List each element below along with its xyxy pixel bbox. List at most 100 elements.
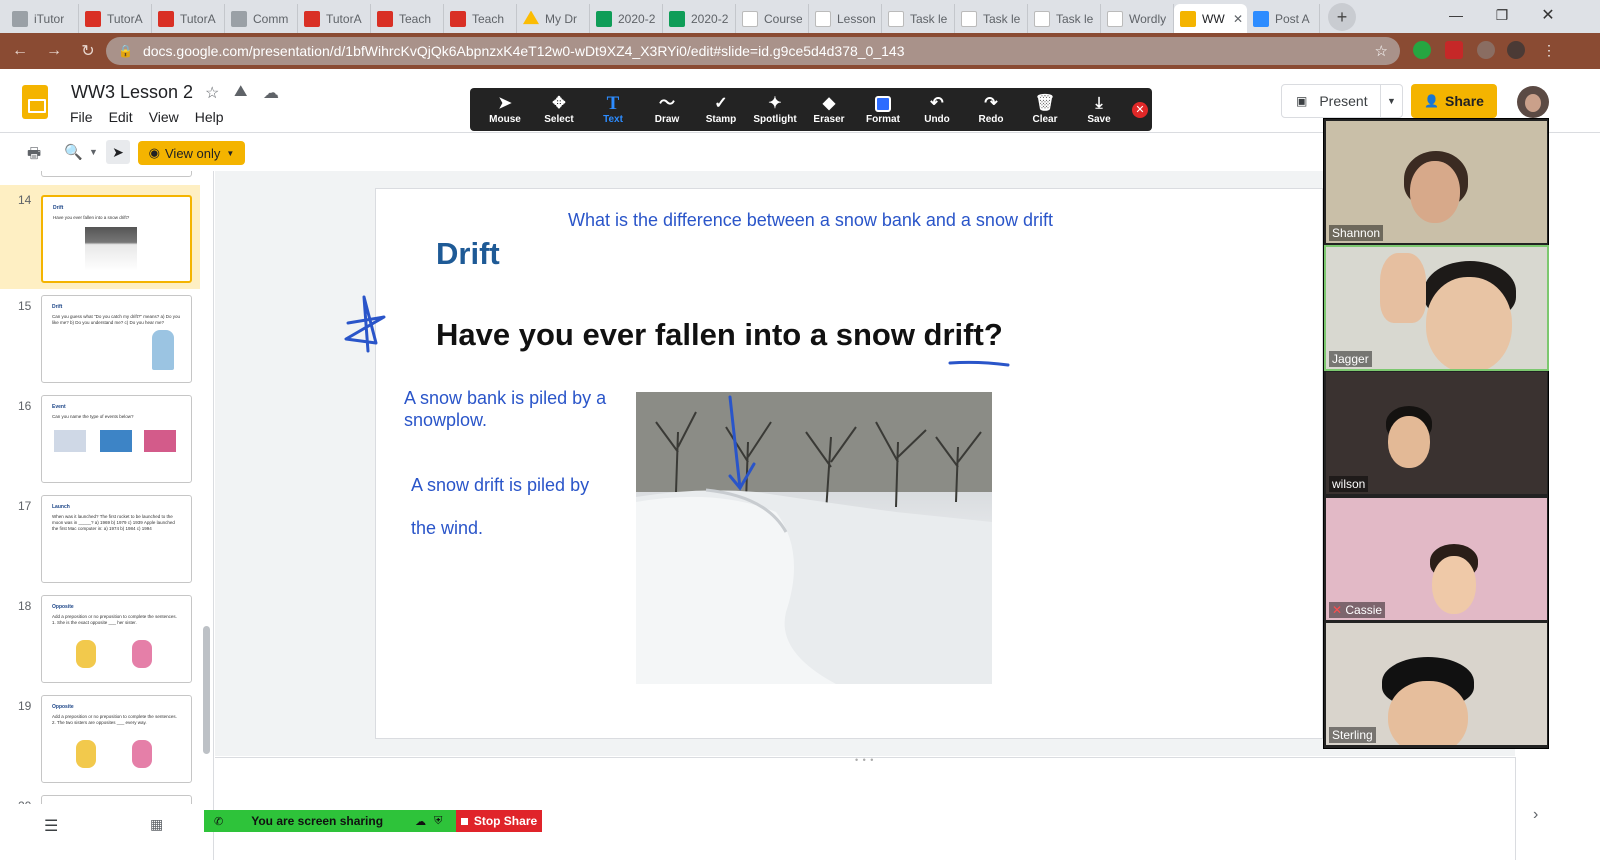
browser-tab[interactable]: Lesson [809,4,882,33]
participant-video[interactable]: Sterling [1326,623,1547,745]
browser-tab[interactable]: Teach [444,4,517,33]
slide-number: 14 [18,193,32,207]
slide-thumbnail-row[interactable]: 17 Launch When was it launched? The first … [0,491,200,587]
zoom-dropdown-icon[interactable]: ▼ [89,147,98,157]
slide-thumbnail-row[interactable]: 14 Drift Have you ever fallen into a snow … [0,185,200,289]
new-tab-button[interactable]: + [1328,3,1356,31]
participant-video[interactable]: wilson [1326,372,1547,494]
browser-tab[interactable]: TutorA [298,4,371,33]
extension-chat-icon[interactable] [1413,41,1431,59]
slide-thumbnail[interactable] [41,795,192,804]
browser-tab[interactable]: TutorA [79,4,152,33]
close-annotation-icon[interactable]: ✕ [1132,101,1148,118]
browser-tab[interactable]: Post A [1247,4,1320,33]
menu-file[interactable]: File [70,109,93,125]
filmstrip-scrollbar[interactable] [203,626,210,754]
browser-tab[interactable]: My Dr [517,4,590,33]
print-icon[interactable]: 🖶 [27,143,41,168]
slide-thumbnail[interactable]: Launch When was it launched? The first ro… [41,495,192,583]
speaker-notes-area[interactable]: • • • [215,755,1515,804]
tool-label: Eraser [813,114,845,125]
url-field[interactable]: 🔒 docs.google.com/presentation/d/1bfWihr… [106,37,1400,65]
slide-thumbnail[interactable]: Opposite Add a preposition or no preposit… [41,595,192,683]
annotation-tool-draw[interactable]: 〜 Draw [640,94,694,125]
annotation-tool-select[interactable]: ✥ Select [532,94,586,125]
reload-icon[interactable]: ↻ [74,37,102,65]
annotation-tool-text[interactable]: T Text [586,94,640,126]
grid-view-icon[interactable]: ▦ [150,816,163,833]
close-tab-icon[interactable]: ✕ [1233,12,1243,26]
slide-thumbnail[interactable]: Drift Have you ever fallen into a snow dr… [41,195,192,283]
participant-video[interactable]: Jagger [1324,244,1549,371]
annotation-tool-format[interactable]: Format [856,94,910,125]
google-slides-logo-icon[interactable] [22,85,48,119]
zoom-icon[interactable]: 🔍 [64,143,83,161]
annotation-tool-spotlight[interactable]: ✦ Spotlight [748,94,802,125]
notes-resize-handle[interactable]: • • • [855,755,874,765]
present-button[interactable]: ▣ Present ▼ [1281,84,1403,118]
current-slide[interactable]: What is the difference between a snow ba… [344,188,1323,739]
chevron-down-icon: ▼ [226,148,235,158]
browser-tab[interactable]: 2020-2 [590,4,663,33]
star-icon[interactable]: ☆ [205,83,219,103]
profile-avatar-icon[interactable] [1507,41,1525,59]
chevron-right-icon[interactable]: › [1533,806,1538,824]
annotation-tool-eraser[interactable]: ◆ Eraser [802,94,856,125]
annotation-tool-clear[interactable]: 🗑 Clear [1018,94,1072,125]
participant-video[interactable]: Shannon [1326,121,1547,243]
extensions-puzzle-icon[interactable] [1477,41,1495,59]
browser-tab[interactable]: Task le [955,4,1028,33]
move-to-drive-icon[interactable]: ⛰ [234,83,247,101]
annotation-tool-undo[interactable]: ↶ Undo [910,94,964,125]
share-button[interactable]: 👤 Share [1411,84,1497,118]
slide-thumbnail[interactable]: Drift Can you guess what "Do you catch my… [41,295,192,383]
cloud-saved-icon[interactable]: ☁ [263,83,279,103]
slide-thumbnail-row[interactable]: 16 Event Can you name the type of events b… [0,391,200,487]
annotation-tool-save[interactable]: ⤓ Save [1072,94,1126,125]
browser-tab[interactable]: Wordly [1101,4,1174,33]
forward-icon[interactable]: → [40,37,68,65]
minimize-window-button[interactable]: — [1433,0,1479,30]
slide-thumbnail[interactable]: Event Can you name the type of events bel… [41,395,192,483]
browser-tab[interactable]: Comm [225,4,298,33]
squiggle-icon: 〜 [658,95,675,112]
mouse-pointer-icon: ➤ [498,95,512,112]
browser-tab[interactable]: Task le [1028,4,1101,33]
menu-view[interactable]: View [149,109,179,125]
back-icon[interactable]: ← [6,37,34,65]
stop-share-button[interactable]: Stop Share [456,810,542,832]
slide-number: 18 [18,599,32,613]
slide-thumbnail[interactable]: Opposite Add a preposition or no preposit… [41,695,192,783]
slide-thumbnail-row[interactable]: 19 Opposite Add a preposition or no prepos… [0,691,200,787]
present-dropdown-icon[interactable]: ▼ [1380,85,1402,117]
previous-slide-thumb[interactable] [41,171,192,177]
annotation-tool-redo[interactable]: ↷ Redo [964,94,1018,125]
restore-window-button[interactable]: ❐ [1479,0,1525,30]
tab-label: Comm [253,11,289,26]
browser-tab[interactable]: Task le [882,4,955,33]
close-window-button[interactable]: ✕ [1525,0,1571,30]
browser-tab[interactable]: TutorA [152,4,225,33]
browser-tab[interactable]: Teach [371,4,444,33]
document-title[interactable]: WW3 Lesson 2 [71,82,193,103]
browser-tab[interactable]: iTutor [6,4,79,33]
select-cursor-icon[interactable]: ➤ [106,140,130,164]
slide-thumbnail-row[interactable]: 15 Drift Can you guess what "Do you catch … [0,291,200,387]
browser-tab[interactable]: Course [736,4,809,33]
tutor-icon [158,10,174,27]
view-only-dropdown[interactable]: ◉ View only ▼ [138,141,245,165]
browser-menu-icon[interactable]: ⋮ [1540,41,1558,59]
browser-tab[interactable]: WW ✕ [1174,4,1247,33]
account-avatar[interactable] [1517,86,1549,118]
slide-thumbnail-row[interactable]: 20 [0,791,200,804]
annotation-tool-mouse[interactable]: ➤ Mouse [478,94,532,125]
menu-help[interactable]: Help [195,109,224,125]
menu-edit[interactable]: Edit [109,109,133,125]
participant-video[interactable]: ✕ Cassie [1326,497,1547,620]
bookmark-star-icon[interactable]: ☆ [1375,42,1388,60]
slide-thumbnail-row[interactable]: 18 Opposite Add a preposition or no prepos… [0,591,200,687]
browser-tab[interactable]: 2020-2 [663,4,736,33]
annotation-tool-stamp[interactable]: ✓ Stamp [694,94,748,125]
list-view-icon[interactable]: ☰ [44,816,58,836]
extension-ublock-icon[interactable] [1445,41,1463,59]
